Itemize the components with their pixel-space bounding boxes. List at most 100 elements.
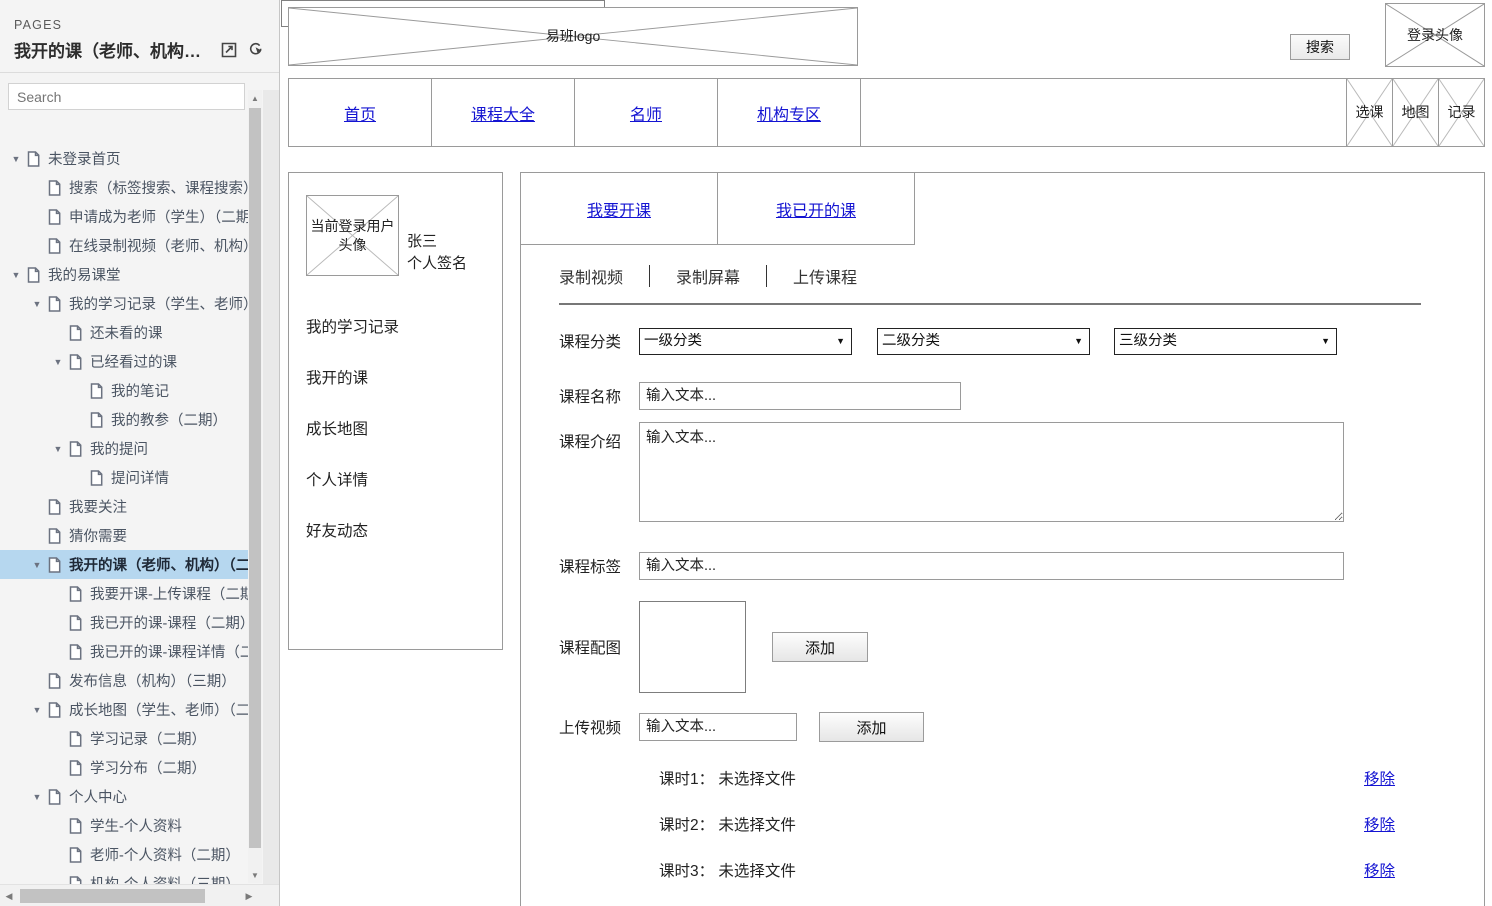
subtab-3[interactable]: 上传课程 [793,264,857,288]
sidebar-eyebrow: PAGES [14,18,63,32]
form-row-course-image: 课程配图 添加 [521,595,1484,699]
nav-item-1[interactable]: 首页 [289,79,432,146]
add-video-button[interactable]: 添加 [819,712,924,742]
course-tabs: 我要开课 我已开的课 [521,173,915,245]
lesson-remove-link[interactable]: 移除 [1364,859,1484,881]
scroll-right-arrow-icon[interactable]: ▶ [240,885,258,906]
nav-item-4[interactable]: 机构专区 [718,79,861,146]
chevron-down-icon[interactable]: ▼ [8,267,24,283]
user-menu-item[interactable]: 个人详情 [306,468,486,490]
tree-item[interactable]: ▼ 我的提问 [0,434,262,463]
select-category-level2[interactable]: 二级分类 [877,327,1090,355]
chevron-down-icon[interactable]: ▼ [29,296,45,312]
form-row-course-name: 课程名称 [521,369,1484,422]
tree-item[interactable]: 我要关注 [0,492,262,521]
tree-item[interactable]: 搜索（标签搜索、课程搜索） [0,173,262,202]
preview-cursor-icon[interactable] [245,40,265,60]
tree-item[interactable]: 我已开的课-课程（二期） [0,608,262,637]
tree-item[interactable]: 猜你需要 [0,521,262,550]
scroll-down-arrow-icon[interactable]: ▼ [248,867,262,883]
tree-item[interactable]: 我已开的课-课程详情（二期） [0,637,262,666]
chevron-down-icon[interactable]: ▼ [50,441,66,457]
tree-item[interactable]: ▼ 我的学习记录（学生、老师） [0,289,262,318]
tree-item[interactable]: 还未看的课 [0,318,262,347]
page-icon [45,701,63,719]
subtab-1[interactable]: 录制视频 [559,264,623,288]
scroll-left-arrow-icon[interactable]: ◀ [0,885,18,906]
tree-item[interactable]: 发布信息（机构）（三期） [0,666,262,695]
current-user-avatar[interactable]: 当前登录用户头像 [306,195,399,276]
lesson-remove-link[interactable]: 移除 [1364,813,1484,835]
nav-icon-1[interactable]: 选课 [1346,79,1392,146]
select-category-level1[interactable]: 一级分类 [639,327,852,355]
tree-item[interactable]: 我要开课-上传课程（二期） [0,579,262,608]
nav-item-label[interactable]: 首页 [344,101,376,125]
tree-item[interactable]: 学生-个人资料 [0,811,262,840]
chevron-down-icon[interactable]: ▼ [50,354,66,370]
input-course-tag[interactable] [639,552,1344,580]
tree-item-label: 还未看的课 [90,326,163,342]
login-avatar-label: 登录头像 [1407,26,1463,43]
tree-item[interactable]: 在线录制视频（老师、机构） [0,231,262,260]
user-menu-item[interactable]: 好友动态 [306,519,486,541]
select-category-level3[interactable]: 三级分类 [1114,327,1337,355]
chevron-down-icon[interactable]: ▼ [29,789,45,805]
tree-item[interactable]: 我的笔记 [0,376,262,405]
nav-item-2[interactable]: 课程大全 [432,79,575,146]
nav-item-label[interactable]: 机构专区 [757,101,821,125]
chevron-down-icon[interactable]: ▼ [29,557,45,573]
tree-item[interactable]: 申请成为老师（学生）（二期） [0,202,262,231]
tree-item[interactable]: ▼ 成长地图（学生、老师）（二期） [0,695,262,724]
site-search-button[interactable]: 搜索 [1290,34,1350,60]
user-menu-item[interactable]: 我的学习记录 [306,315,486,337]
search-input[interactable] [8,83,245,110]
tree-item[interactable]: 我的教参（二期） [0,405,262,434]
tree-item-label: 成长地图（学生、老师）（二期） [69,703,258,719]
tree-item[interactable]: 学习分布（二期） [0,753,262,782]
textarea-course-intro[interactable] [639,422,1344,522]
nav-icon-3[interactable]: 记录 [1438,79,1484,146]
tree-item-label: 发布信息（机构）（三期） [69,674,236,690]
tab-label[interactable]: 我已开的课 [776,197,856,221]
nav-item-label[interactable]: 课程大全 [471,101,535,125]
page-icon [66,353,84,371]
tab-2[interactable]: 我已开的课 [718,173,915,245]
tree-item[interactable]: ▼ 我的易课堂 [0,260,262,289]
lesson-remove-link[interactable]: 移除 [1364,767,1484,789]
tree-item[interactable]: ▼ 个人中心 [0,782,262,811]
tree-item[interactable]: 学习记录（二期） [0,724,262,753]
vertical-scroll-thumb[interactable] [249,108,261,848]
tree-item[interactable]: 提问详情 [0,463,262,492]
tree-item[interactable]: ▼ 未登录首页 [0,144,262,173]
sidebar-vertical-scrollbar[interactable]: ▲ ▼ [248,90,262,883]
chevron-down-icon[interactable]: ▼ [29,702,45,718]
subtab-2[interactable]: 录制屏幕 [676,264,740,288]
input-upload-video[interactable] [639,713,797,741]
tree-item[interactable]: 老师-个人资料（二期） [0,840,262,869]
tree-item-label: 我的教参（二期） [111,413,227,429]
login-avatar-placeholder[interactable]: 登录头像 [1385,3,1485,67]
chevron-down-icon[interactable]: ▼ [8,151,24,167]
horizontal-scroll-thumb[interactable] [20,889,205,903]
tree-item[interactable]: ▼ 已经看过的课 [0,347,262,376]
course-image-preview[interactable] [639,601,746,693]
user-menu-item[interactable]: 我开的课 [306,366,486,388]
tab-label[interactable]: 我要开课 [587,197,651,221]
nav-item-3[interactable]: 名师 [575,79,718,146]
scroll-up-arrow-icon[interactable]: ▲ [248,90,262,106]
input-course-name[interactable] [639,381,961,410]
tab-1[interactable]: 我要开课 [521,173,718,245]
user-menu-item[interactable]: 成长地图 [306,417,486,439]
tree-item[interactable]: 机构-个人资料（三期） [0,869,262,884]
nav-icon-2[interactable]: 地图 [1392,79,1438,146]
sidebar-horizontal-scrollbar[interactable]: ◀ ▶ [0,884,279,906]
nav-item-label[interactable]: 名师 [630,101,662,125]
tree-item-selected[interactable]: ▼ 我开的课（老师、机构）（二期） [0,550,262,579]
export-icon[interactable] [219,40,239,60]
main-content-panel: 我要开课我已开的课 录制视频录制屏幕上传课程 课程分类 一级分类 ▼ 二级 [520,172,1485,906]
add-image-button[interactable]: 添加 [772,632,868,662]
